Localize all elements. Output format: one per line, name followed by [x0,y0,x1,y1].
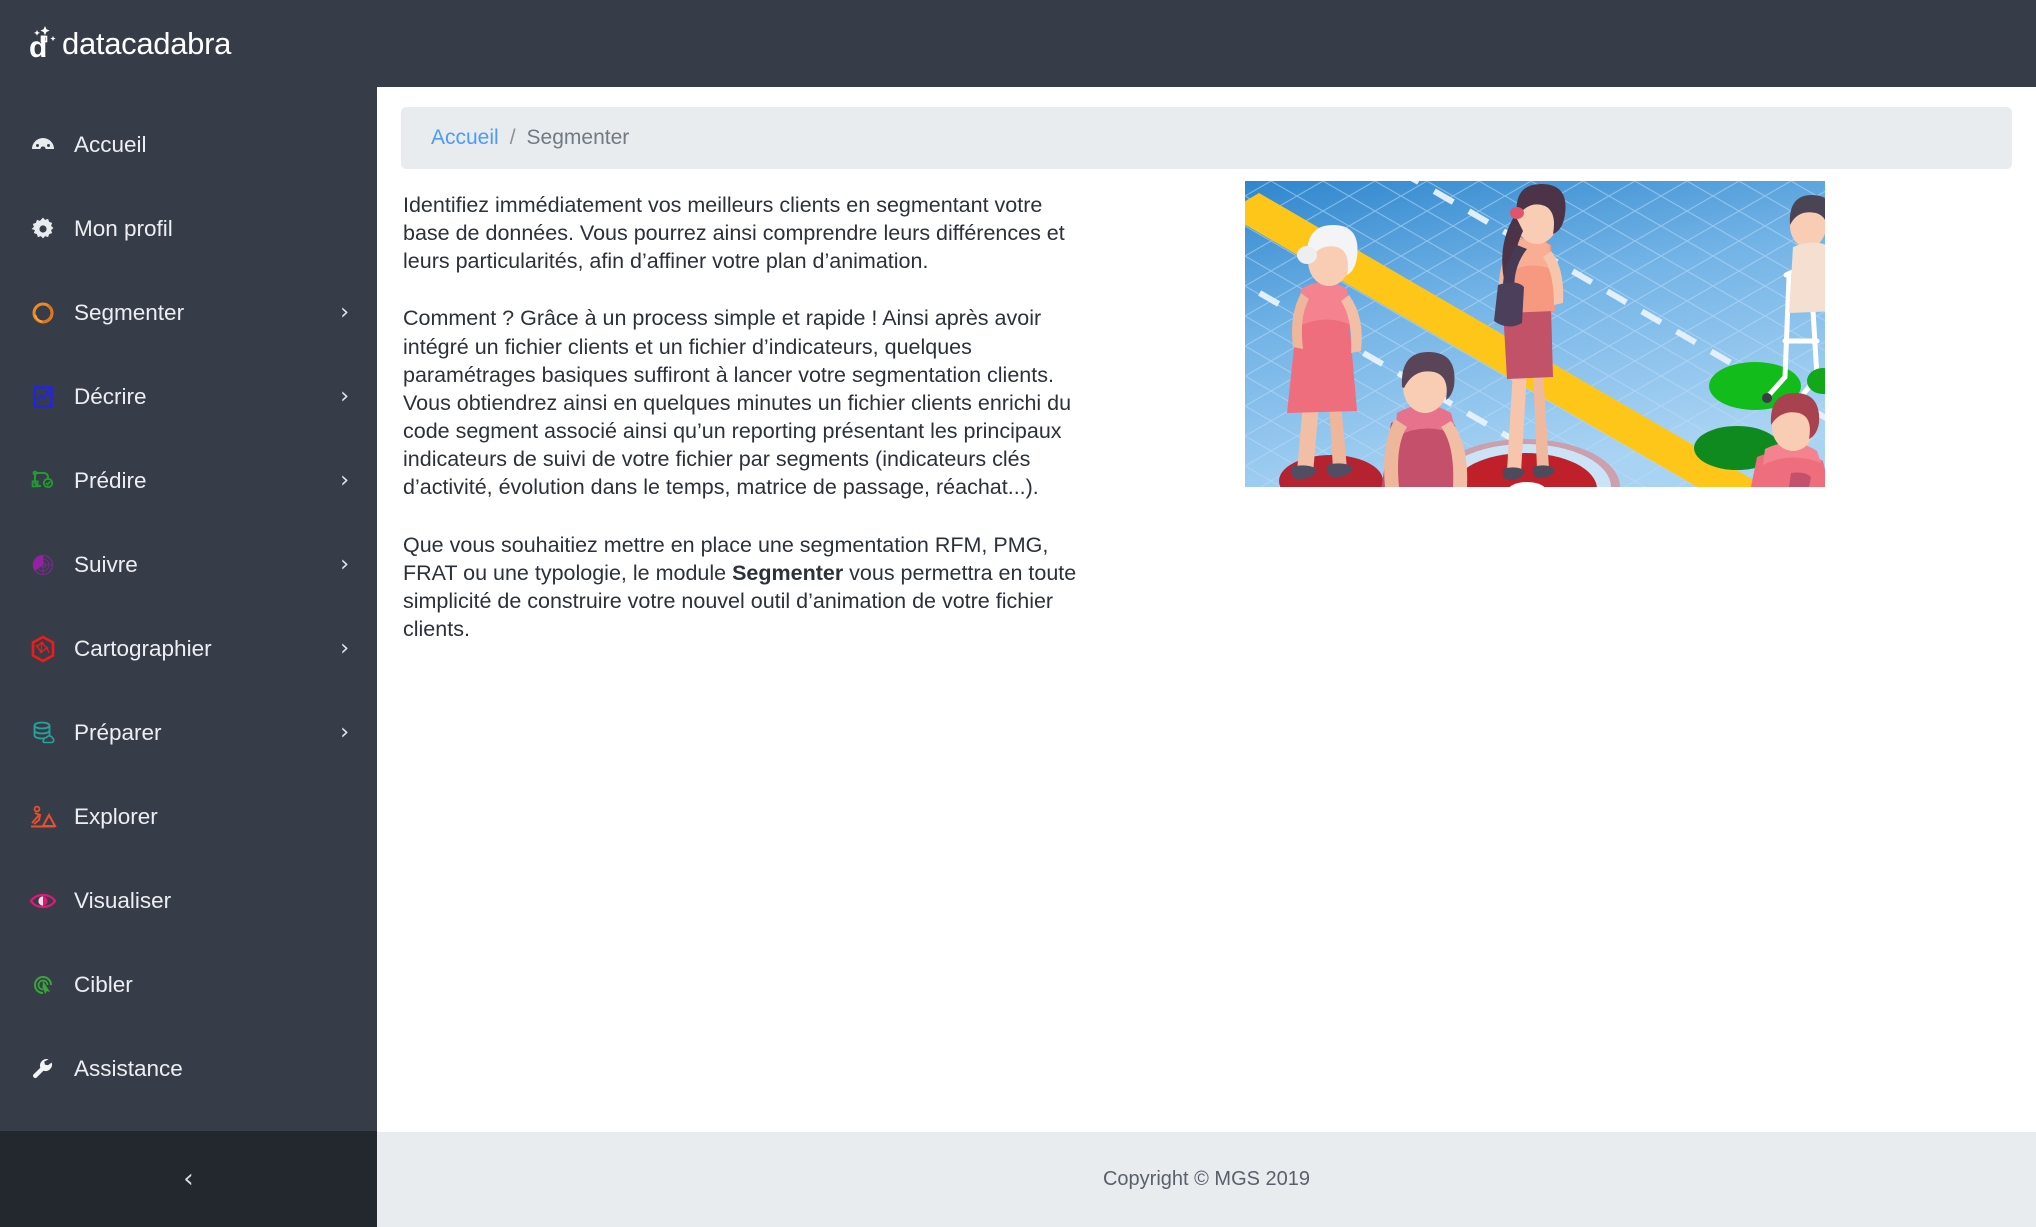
target-cursor-icon [28,970,58,1000]
body-wrapper: Identifiez immédiatement vos meilleurs c… [377,169,2036,643]
chevron-right-icon: › [340,384,349,409]
app-root: d datacadabra Accueil Mon profil Segment… [0,0,2036,1227]
sidebar-item-segmenter[interactable]: Segmenter › [0,271,377,355]
sidebar-item-label: Cibler [74,972,133,997]
chevron-right-icon: › [340,720,349,745]
sidebar-item-label: Explorer [74,804,158,829]
chevron-right-icon: › [340,636,349,661]
hexagon-map-icon [28,634,58,664]
sidebar-item-label: Mon profil [74,216,173,241]
sidebar-item-preparer[interactable]: Préparer › [0,691,377,775]
radar-icon [28,550,58,580]
chart-document-icon [28,382,58,412]
gear-icon [28,214,58,244]
chevron-right-icon: › [340,468,349,493]
sidebar-item-accueil[interactable]: Accueil [0,103,377,187]
sidebar-nav: Accueil Mon profil Segmenter › Décrire ›… [0,87,377,1131]
sidebar-item-label: Cartographier [74,636,212,661]
description-text: Identifiez immédiatement vos meilleurs c… [377,191,1097,643]
dashboard-gauge-icon [28,130,58,160]
sidebar-item-predire[interactable]: Prédire › [0,439,377,523]
paragraph-2: Comment ? Grâce à un process simple et r… [403,306,1072,500]
paragraph-3-bold: Segmenter [732,560,844,585]
sidebar-item-cartographier[interactable]: Cartographier › [0,607,377,691]
brand-logo-area[interactable]: d datacadabra [0,0,377,87]
database-cloud-icon [28,718,58,748]
breadcrumb: Accueil / Segmenter [401,107,2012,169]
decision-tree-icon [28,466,58,496]
sidebar-item-mon-profil[interactable]: Mon profil [0,187,377,271]
magic-wand-d-logo: d [26,24,60,64]
breadcrumb-current: Segmenter [526,126,630,149]
paragraph-3: Que vous souhaitiez mettre en place une … [403,531,1087,644]
breadcrumb-separator: / [509,126,516,149]
sidebar-collapse-button[interactable]: ‹ [0,1131,377,1227]
sidebar-item-label: Accueil [74,132,147,157]
breadcrumb-home-link[interactable]: Accueil [431,126,499,150]
chevron-right-icon: › [340,300,349,325]
sidebar-item-label: Assistance [74,1056,183,1081]
main-panel: Accueil / Segmenter Identifiez immédiate… [377,0,2036,1227]
wrench-icon [28,1054,58,1084]
brand-name: datacadabra [62,26,232,61]
chevron-left-icon: ‹ [183,1164,194,1194]
sidebar-item-label: Suivre [74,552,138,577]
sidebar-item-suivre[interactable]: Suivre › [0,523,377,607]
sidebar-item-decrire[interactable]: Décrire › [0,355,377,439]
sidebar-item-label: Décrire [74,384,147,409]
excavate-dig-icon [28,802,58,832]
sidebar-item-cibler[interactable]: Cibler [0,943,377,1027]
sidebar-item-label: Préparer [74,720,162,745]
sidebar-item-label: Segmenter [74,300,185,325]
sidebar-item-assistance[interactable]: Assistance [0,1027,377,1111]
sidebar-item-visualiser[interactable]: Visualiser [0,859,377,943]
segment-circle-icon [28,298,58,328]
sidebar-item-label: Prédire [74,468,147,493]
sidebar-item-label: Visualiser [74,888,172,913]
copyright-text: Copyright © MGS 2019 [1102,1168,1311,1190]
sidebar-item-explorer[interactable]: Explorer [0,775,377,859]
chevron-right-icon: › [340,552,349,577]
isometric-people-on-targets-illustration [1245,181,1825,487]
paragraph-1: Identifiez immédiatement vos meilleurs c… [403,193,1065,274]
eye-icon [28,886,58,916]
page-footer: Copyright © MGS 2019 [377,1132,2036,1227]
sidebar: d datacadabra Accueil Mon profil Segment… [0,0,377,1227]
content-area: Accueil / Segmenter Identifiez immédiate… [377,87,2036,1132]
top-strip [377,0,2036,87]
